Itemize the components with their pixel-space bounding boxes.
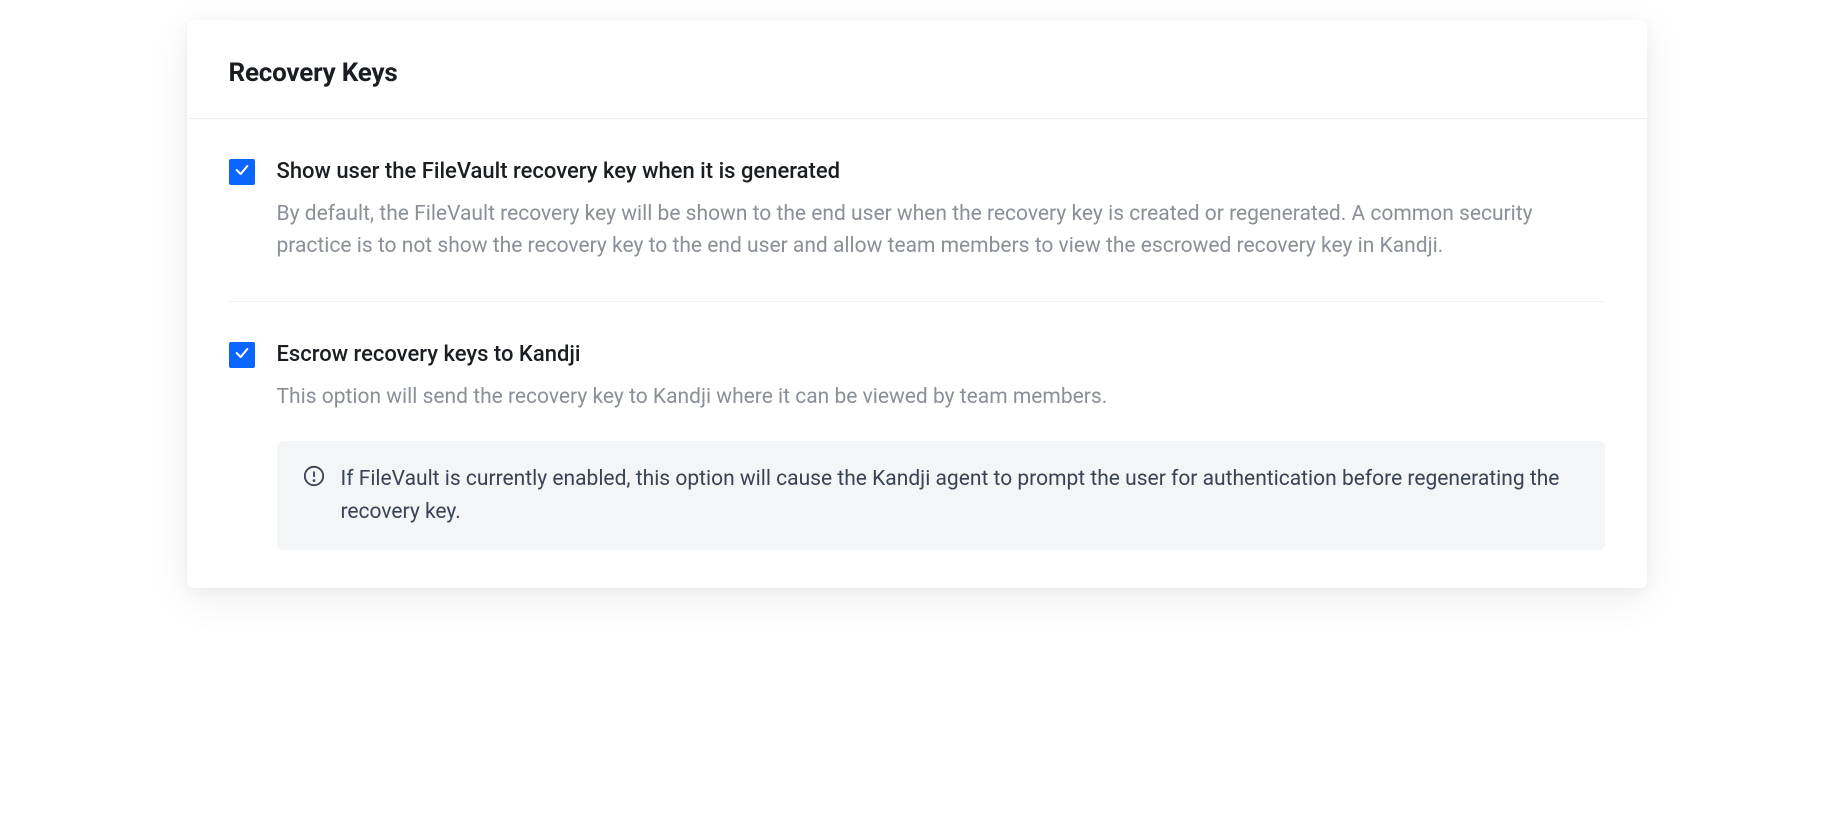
option-description: By default, the FileVault recovery key w… <box>277 198 1605 263</box>
info-banner: If FileVault is currently enabled, this … <box>277 441 1605 550</box>
option-label: Show user the FileVault recovery key whe… <box>277 157 1605 188</box>
option-escrow-recovery-keys: Escrow recovery keys to Kandji This opti… <box>229 301 1605 550</box>
check-icon <box>234 162 250 182</box>
recovery-keys-card: Recovery Keys Show user the FileVault re… <box>187 20 1647 588</box>
option-label: Escrow recovery keys to Kandji <box>277 340 1605 371</box>
card-header: Recovery Keys <box>187 20 1647 119</box>
info-text: If FileVault is currently enabled, this … <box>341 463 1579 528</box>
option-content: Escrow recovery keys to Kandji This opti… <box>277 340 1605 550</box>
option-show-recovery-key: Show user the FileVault recovery key whe… <box>229 119 1605 301</box>
checkbox-escrow-recovery-keys[interactable] <box>229 342 255 368</box>
card-body: Show user the FileVault recovery key whe… <box>187 119 1647 588</box>
card-title: Recovery Keys <box>229 58 1605 88</box>
info-icon <box>303 465 325 487</box>
option-content: Show user the FileVault recovery key whe… <box>277 157 1605 263</box>
check-icon <box>234 345 250 365</box>
option-description: This option will send the recovery key t… <box>277 381 1605 414</box>
checkbox-show-recovery-key[interactable] <box>229 159 255 185</box>
